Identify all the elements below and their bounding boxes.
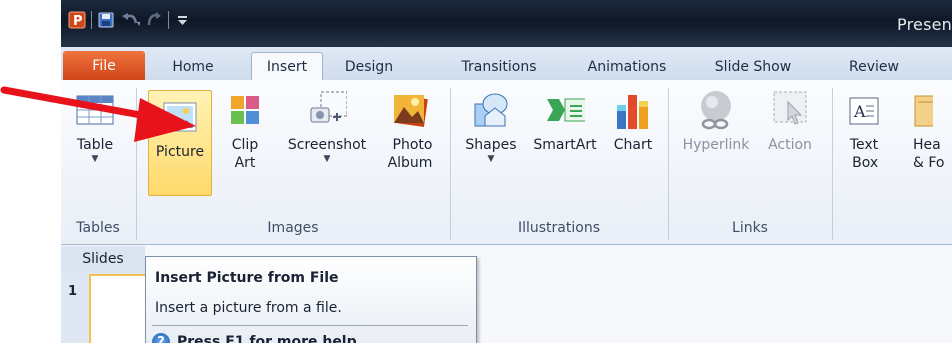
- chart-button[interactable]: Chart: [605, 88, 661, 154]
- text-box-icon: A: [844, 88, 884, 132]
- tab-slides[interactable]: Slides: [61, 246, 146, 272]
- tab-animations[interactable]: Animations: [571, 53, 683, 80]
- hyperlink-icon: [696, 88, 736, 132]
- screentip: Insert Picture from File Insert a pictur…: [145, 256, 477, 343]
- chevron-down-icon: ▼: [487, 154, 495, 164]
- undo-icon[interactable]: ▾: [120, 10, 140, 30]
- slide-number: 1: [68, 284, 78, 299]
- red-arrow-annotation: [0, 86, 196, 142]
- action-icon: [770, 88, 810, 132]
- group-label-tables: Tables: [76, 220, 120, 236]
- group-label-images: Images: [267, 220, 319, 236]
- screentip-description: Insert a picture from a file.: [155, 300, 342, 316]
- photo-album-label: Photo Album: [387, 137, 433, 171]
- chevron-down-icon: ▼: [323, 154, 331, 164]
- chart-icon: [613, 88, 653, 132]
- group-separator: [450, 88, 451, 240]
- photo-album-button[interactable]: Photo Album: [379, 88, 441, 172]
- shapes-button[interactable]: Shapes ▼: [459, 88, 523, 164]
- ribbon-tab-row: File Home Insert Design Transitions Anim…: [61, 47, 952, 81]
- tab-insert[interactable]: Insert: [251, 52, 323, 80]
- help-icon: ?: [152, 333, 170, 343]
- header-footer-button[interactable]: Hea & Fo: [913, 88, 952, 172]
- tab-review[interactable]: Review: [841, 53, 907, 80]
- tab-design[interactable]: Design: [329, 53, 409, 80]
- tab-home[interactable]: Home: [157, 53, 229, 80]
- shapes-icon: [471, 88, 511, 132]
- screenshot-icon: [307, 88, 347, 132]
- tab-slide-show[interactable]: Slide Show: [701, 53, 805, 80]
- chart-label: Chart: [613, 137, 653, 153]
- hyperlink-label: Hyperlink: [682, 137, 750, 153]
- tab-file[interactable]: File: [63, 51, 145, 80]
- header-footer-label: Hea & Fo: [913, 137, 945, 171]
- smartart-button[interactable]: SmartArt: [529, 88, 601, 154]
- qat-separator: [91, 11, 92, 29]
- svg-text:P: P: [73, 14, 83, 29]
- powerpoint-app-icon[interactable]: P: [67, 10, 87, 30]
- text-box-label: Text Box: [849, 137, 879, 171]
- redo-icon[interactable]: [144, 10, 164, 30]
- slides-panel: 1: [61, 272, 151, 343]
- header-footer-icon: [913, 88, 933, 132]
- save-icon[interactable]: [96, 10, 116, 30]
- group-separator: [668, 88, 669, 240]
- smartart-icon: [545, 88, 585, 132]
- action-label: Action: [768, 137, 812, 153]
- svg-text:A: A: [853, 102, 866, 121]
- screenshot-button[interactable]: Screenshot ▼: [277, 88, 377, 164]
- group-separator: [832, 88, 833, 240]
- shapes-label: Shapes: [465, 137, 517, 153]
- svg-text:▾: ▾: [137, 19, 140, 28]
- window-title: Presen: [897, 15, 952, 34]
- smartart-label: SmartArt: [533, 137, 597, 153]
- photo-album-icon: [390, 88, 430, 132]
- hyperlink-button[interactable]: Hyperlink: [675, 88, 757, 154]
- group-label-illustrations: Illustrations: [517, 220, 600, 236]
- group-label-links: Links: [732, 220, 768, 236]
- quick-access-toolbar: P ▾: [67, 9, 193, 31]
- qat-separator: [168, 11, 169, 29]
- slide-thumbnail[interactable]: [89, 274, 151, 343]
- clip-art-label: Clip Art: [231, 137, 259, 171]
- screentip-help-text: Press F1 for more help.: [177, 334, 362, 343]
- screenshot-label: Screenshot: [287, 137, 367, 153]
- title-bar: P ▾ Presen: [61, 0, 952, 47]
- action-button[interactable]: Action: [757, 88, 823, 154]
- powerpoint-window: P ▾ Presen File Home Insert Design Trans…: [61, 0, 952, 343]
- customize-icon[interactable]: [173, 10, 193, 30]
- tab-transitions[interactable]: Transitions: [439, 53, 559, 80]
- clip-art-icon: [225, 88, 265, 132]
- screentip-help: ? Press F1 for more help.: [152, 333, 362, 343]
- screentip-divider: [152, 325, 468, 326]
- screentip-title: Insert Picture from File: [155, 270, 339, 286]
- clip-art-button[interactable]: Clip Art: [221, 88, 269, 172]
- text-box-button[interactable]: A Text Box: [841, 88, 887, 172]
